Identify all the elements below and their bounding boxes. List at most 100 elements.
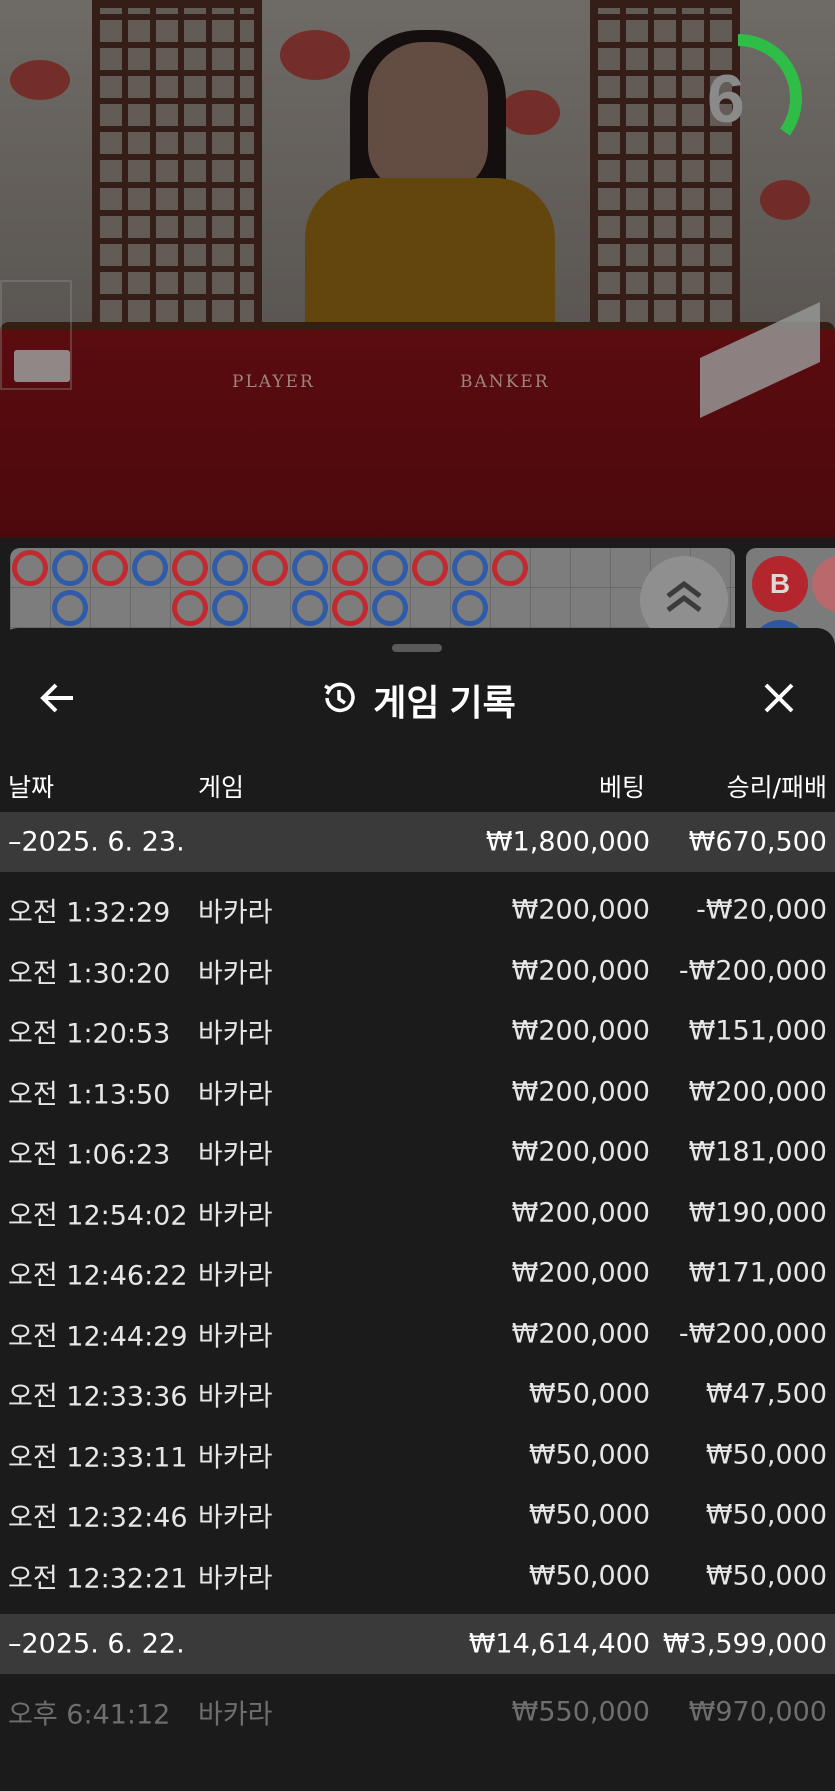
group-total-bet: ₩14,614,400 bbox=[468, 1628, 650, 1660]
bead-banker bbox=[252, 550, 288, 586]
row-time: 오전 12:33:11 bbox=[8, 1442, 188, 1474]
date-group-row[interactable]: –2025. 6. 23. ₩1,800,000 ₩670,500 bbox=[0, 812, 835, 872]
row-bet: ₩200,000 bbox=[511, 1197, 650, 1229]
bead-player bbox=[452, 550, 488, 586]
row-result: -₩200,000 bbox=[678, 955, 827, 987]
row-game: 바카라 bbox=[198, 1079, 273, 1111]
live-video-feed: PLAYER BANKER 6 bbox=[0, 0, 835, 538]
row-result: -₩200,000 bbox=[678, 1318, 827, 1350]
column-header-bet: 베팅 bbox=[598, 773, 645, 802]
row-result: ₩181,000 bbox=[688, 1136, 827, 1168]
bead-player bbox=[52, 550, 88, 586]
table-row[interactable]: 오전 12:32:21 바카라 ₩50,000 ₩50,000 bbox=[0, 1546, 835, 1607]
row-bet: ₩200,000 bbox=[511, 1015, 650, 1047]
row-time: 오전 12:54:02 bbox=[8, 1200, 188, 1232]
row-game: 바카라 bbox=[198, 1699, 273, 1731]
row-time: 오전 1:13:50 bbox=[8, 1079, 171, 1111]
row-game: 바카라 bbox=[198, 1260, 273, 1292]
group-total-bet: ₩1,800,000 bbox=[485, 826, 650, 858]
row-bet: ₩200,000 bbox=[511, 1257, 650, 1289]
sheet-title: 게임 기록 bbox=[373, 682, 516, 723]
table-row[interactable]: 오전 12:33:11 바카라 ₩50,000 ₩50,000 bbox=[0, 1425, 835, 1486]
row-time: 오전 1:06:23 bbox=[8, 1139, 171, 1171]
history-list[interactable]: –2025. 6. 23. ₩1,800,000 ₩670,500 오전 1:32:2… bbox=[0, 812, 835, 1751]
group-total-result: ₩670,500 bbox=[688, 826, 827, 858]
date-group-row[interactable]: –2025. 6. 22. ₩14,614,400 ₩3,599,000 bbox=[0, 1614, 835, 1674]
sheet-header: 게임 기록 bbox=[0, 658, 835, 738]
bead-player bbox=[212, 550, 248, 586]
table-row[interactable]: 오전 12:33:36 바카라 ₩50,000 ₩47,500 bbox=[0, 1364, 835, 1425]
bead-banker bbox=[92, 550, 128, 586]
row-result: -₩20,000 bbox=[696, 894, 827, 926]
banker-marker[interactable]: B bbox=[752, 556, 808, 612]
row-game: 바카라 bbox=[198, 1442, 273, 1474]
bead-player bbox=[132, 550, 168, 586]
row-game: 바카라 bbox=[198, 1139, 273, 1171]
close-button[interactable] bbox=[751, 672, 807, 728]
row-time: 오후 6:41:12 bbox=[8, 1699, 171, 1731]
row-bet: ₩200,000 bbox=[511, 894, 650, 926]
bead-banker bbox=[172, 550, 208, 586]
drag-handle[interactable] bbox=[392, 644, 442, 652]
row-bet: ₩200,000 bbox=[511, 1318, 650, 1350]
bead-banker bbox=[332, 550, 368, 586]
group-total-result: ₩3,599,000 bbox=[662, 1628, 827, 1660]
table-row[interactable]: 오전 12:32:46 바카라 ₩50,000 ₩50,000 bbox=[0, 1485, 835, 1546]
row-time: 오전 12:32:46 bbox=[8, 1502, 188, 1534]
row-time: 오전 12:32:21 bbox=[8, 1563, 188, 1595]
bead-player bbox=[372, 550, 408, 586]
bead-player bbox=[372, 590, 408, 626]
row-result: ₩151,000 bbox=[688, 1015, 827, 1047]
bead-player bbox=[452, 590, 488, 626]
title-group: 게임 기록 bbox=[0, 658, 835, 742]
column-header-row: 날짜 게임 베팅 승리/패배 bbox=[0, 758, 835, 810]
bead-player bbox=[52, 590, 88, 626]
table-row[interactable]: 오전 1:30:20 바카라 ₩200,000 -₩200,000 bbox=[0, 941, 835, 1002]
table-row[interactable]: 오전 1:06:23 바카라 ₩200,000 ₩181,000 bbox=[0, 1122, 835, 1183]
bead-banker bbox=[12, 550, 48, 586]
row-result: ₩190,000 bbox=[688, 1197, 827, 1229]
table-row[interactable]: 오전 12:46:22 바카라 ₩200,000 ₩171,000 bbox=[0, 1243, 835, 1304]
column-header-result: 승리/패배 bbox=[726, 773, 827, 802]
row-time: 오전 1:20:53 bbox=[8, 1018, 171, 1050]
bead-banker bbox=[492, 550, 528, 586]
row-result: ₩171,000 bbox=[688, 1257, 827, 1289]
bead-player bbox=[292, 550, 328, 586]
row-result: ₩200,000 bbox=[688, 1076, 827, 1108]
row-bet: ₩200,000 bbox=[511, 1076, 650, 1108]
table-row[interactable]: 오후 6:41:12 바카라 ₩550,000 ₩970,000 bbox=[0, 1682, 835, 1743]
bead-banker bbox=[412, 550, 448, 586]
close-x-icon bbox=[763, 682, 795, 718]
game-history-sheet: 게임 기록 날짜 게임 베팅 승리/패배 –2025. 6. 23. ₩1,800… bbox=[0, 628, 835, 1791]
row-result: ₩50,000 bbox=[705, 1439, 827, 1471]
row-game: 바카라 bbox=[198, 958, 273, 990]
table-row[interactable]: 오전 1:32:29 바카라 ₩200,000 -₩20,000 bbox=[0, 880, 835, 941]
bead-player bbox=[212, 590, 248, 626]
banker-marker-secondary bbox=[812, 556, 835, 612]
row-bet: ₩50,000 bbox=[528, 1499, 650, 1531]
history-clock-icon bbox=[319, 678, 359, 722]
table-row[interactable]: 오전 1:20:53 바카라 ₩200,000 ₩151,000 bbox=[0, 1001, 835, 1062]
row-time: 오전 12:46:22 bbox=[8, 1260, 188, 1292]
row-bet: ₩50,000 bbox=[528, 1439, 650, 1471]
row-result: ₩970,000 bbox=[688, 1696, 827, 1728]
row-result: ₩50,000 bbox=[705, 1499, 827, 1531]
row-game: 바카라 bbox=[198, 1381, 273, 1413]
bead-banker bbox=[172, 590, 208, 626]
column-header-game: 게임 bbox=[198, 773, 245, 802]
table-row[interactable]: 오전 12:54:02 바카라 ₩200,000 ₩190,000 bbox=[0, 1183, 835, 1244]
row-result: ₩47,500 bbox=[705, 1378, 827, 1410]
row-game: 바카라 bbox=[198, 1200, 273, 1232]
row-bet: ₩550,000 bbox=[511, 1696, 650, 1728]
row-game: 바카라 bbox=[198, 1321, 273, 1353]
group-date: –2025. 6. 23. bbox=[8, 826, 185, 858]
table-row[interactable]: 오전 12:44:29 바카라 ₩200,000 -₩200,000 bbox=[0, 1304, 835, 1365]
table-row[interactable]: 오전 1:13:50 바카라 ₩200,000 ₩200,000 bbox=[0, 1062, 835, 1123]
row-time: 오전 1:30:20 bbox=[8, 958, 171, 990]
column-header-date: 날짜 bbox=[8, 773, 55, 802]
row-bet: ₩50,000 bbox=[528, 1560, 650, 1592]
bead-player bbox=[292, 590, 328, 626]
countdown-seconds: 6 bbox=[707, 61, 745, 137]
row-result: ₩50,000 bbox=[705, 1560, 827, 1592]
row-game: 바카라 bbox=[198, 1563, 273, 1595]
